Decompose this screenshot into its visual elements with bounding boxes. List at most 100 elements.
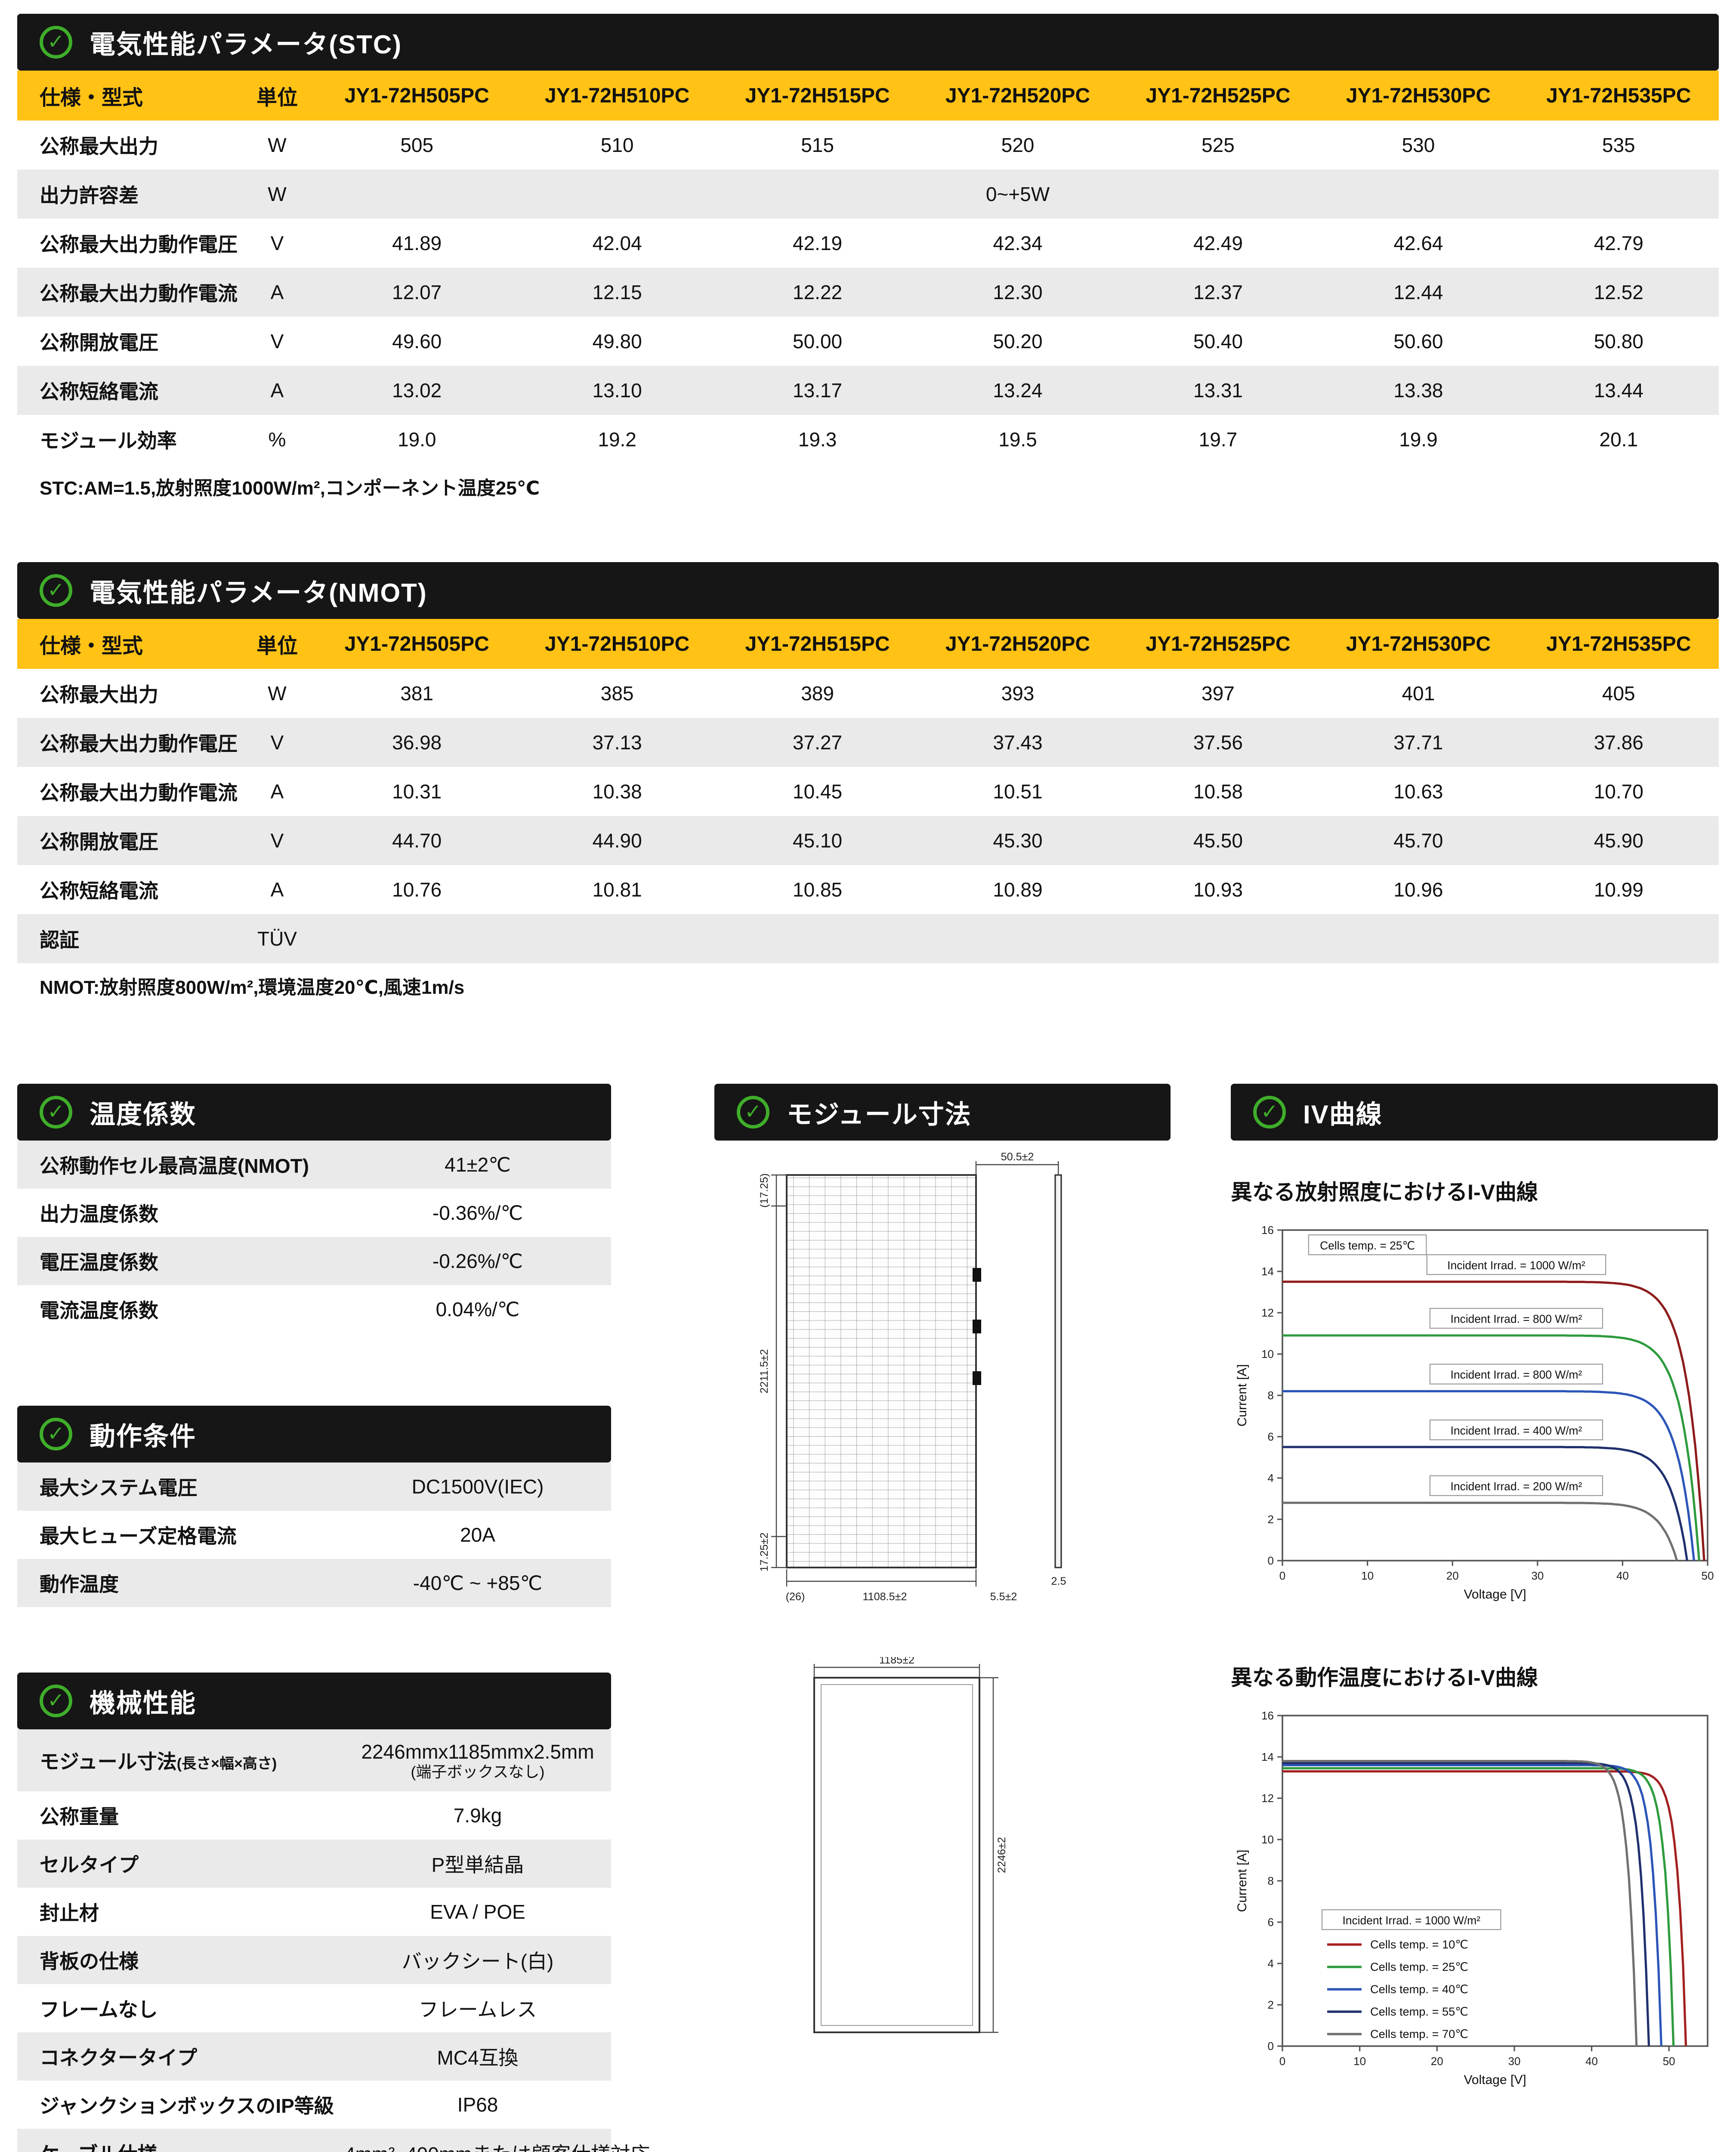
datasheet-page: ✓ 電気性能パラメータ(STC) 仕様・型式 単位 JY1-72H505PC J… [0,0,1736,2152]
row-unit: % [238,428,317,451]
spec-row: 動作温度 -40℃ ~ +85℃ [17,1559,611,1607]
svg-text:Incident Irrad. = 1000 W/m²: Incident Irrad. = 1000 W/m² [1342,1914,1480,1927]
cell-value: 10.51 [917,780,1118,803]
spec-label: ケーブル仕様 [17,2139,344,2152]
spec-row: 背板の仕様 バックシート(白) [17,1936,611,1984]
spec-value: 7.9kg [344,1804,611,1827]
svg-text:Voltage [V]: Voltage [V] [1464,2073,1526,2087]
spec-row: ケーブル仕様 4mm², 400mmまたは顧客仕様対応 [17,2129,611,2152]
cell-value: 10.45 [717,780,917,803]
check-circle-icon: ✓ [40,574,72,607]
row-label: 出力許容差 [17,180,238,208]
spec-value: EVA / POE [344,1900,611,1923]
cell-value: 13.24 [917,379,1118,402]
cell-value: 12.37 [1118,281,1318,304]
svg-text:Incident Irrad. = 400 W/m²: Incident Irrad. = 400 W/m² [1450,1424,1582,1437]
svg-text:Cells temp. = 40℃: Cells temp. = 40℃ [1370,1982,1468,1996]
spec-value: -40℃ ~ +85℃ [344,1571,611,1595]
stc-note: STC:AM=1.5,放射照度1000W/m²,コンポーネント温度25℃ [17,464,1719,509]
model-header: JY1-72H520PC [917,84,1118,108]
dimensions-column: ✓ モジュール寸法 [714,1084,1171,2112]
cell-value: 13.38 [1318,379,1518,402]
cell-value: 12.07 [317,281,517,304]
cell-value: 42.19 [717,232,917,255]
module-drawing-front: 50.5±2 (17.25) 2211.5±2 17.25±2 (26) [714,1151,1171,1636]
cell-value: 10.58 [1118,780,1318,803]
dimensions-header: ✓ モジュール寸法 [714,1084,1171,1141]
cell-value: 37.43 [917,731,1118,754]
cell-value: 13.44 [1519,379,1719,402]
temp-coeff-header: ✓ 温度係数 [17,1084,611,1141]
spec-row: 電流温度係数 0.04%/℃ [17,1285,611,1333]
check-circle-icon: ✓ [40,1685,72,1717]
spec-row: 最大システム電圧 DC1500V(IEC) [17,1462,611,1511]
svg-text:14: 14 [1261,1265,1274,1278]
cell-value: 389 [717,682,917,705]
row-label: 公称短絡電流 [17,376,238,405]
cell-value: 381 [317,682,517,705]
cell-value: 397 [1118,682,1318,705]
cell-value: 49.60 [317,330,517,353]
svg-text:2: 2 [1268,1998,1274,2011]
dim-label: 1108.5±2 [863,1591,907,1603]
section-title: 機械性能 [90,1682,196,1720]
model-header: JY1-72H520PC [917,632,1118,656]
cell-value: 13.31 [1118,379,1318,402]
spec-value: MC4互換 [344,2042,611,2071]
spec-label: モジュール寸法(長さ×幅×高さ) [17,1746,344,1775]
temp-coeff-section: ✓ 温度係数 公称動作セル最高温度(NMOT) 41±2℃ 出力温度係数 -0.… [17,1084,611,1333]
row-label: 公称最大出力動作電流 [17,777,238,806]
svg-text:10: 10 [1261,1348,1274,1360]
cell-value: 393 [917,682,1118,705]
svg-text:4: 4 [1268,1472,1274,1484]
cell-value: 10.93 [1118,878,1318,901]
cell-value: 10.63 [1318,780,1518,803]
svg-text:14: 14 [1261,1750,1274,1763]
row-unit: A [238,379,317,402]
cell-value: 37.86 [1519,731,1719,754]
model-header: JY1-72H515PC [717,632,917,656]
check-circle-icon: ✓ [40,1096,72,1129]
row-unit: A [238,878,317,901]
model-header: JY1-72H525PC [1118,632,1318,656]
svg-text:6: 6 [1268,1916,1274,1929]
cell-value: 50.60 [1318,330,1518,353]
svg-text:50: 50 [1702,1569,1714,1582]
iv-irradiance-chart: 024681012141601020304050Voltage [V]Curre… [1231,1216,1718,1626]
svg-text:Cells temp. = 25℃: Cells temp. = 25℃ [1320,1239,1415,1252]
cell-value: 10.31 [317,780,517,803]
module-drawing-back: 1185±2 2246±2 [714,1657,1171,2060]
cell-value: 13.10 [517,379,717,402]
spec-value: IP68 [344,2093,611,2116]
col-header: 単位 [238,80,317,111]
row-label: 公称最大出力動作電圧 [17,229,238,257]
row-label: モジュール効率 [17,425,238,454]
spec-label: 背板の仕様 [17,1946,344,1974]
cell-value: 12.30 [917,281,1118,304]
cell-value: 12.44 [1318,281,1518,304]
cell-value: 45.30 [917,829,1118,852]
spec-row: ジャンクションボックスのIP等級 IP68 [17,2081,611,2129]
cell-value: 36.98 [317,731,517,754]
table-row: 公称短絡電流 A 13.02 13.10 13.17 13.24 13.31 1… [17,366,1719,415]
spec-label: 封止材 [17,1898,344,1926]
svg-text:Cells temp. = 25℃: Cells temp. = 25℃ [1370,1960,1468,1973]
spec-value: フレームレス [344,1994,611,2022]
row-unit: W [238,682,317,705]
spec-value: 20A [344,1523,611,1546]
cell-value: 50.40 [1118,330,1318,353]
left-column: ✓ 温度係数 公称動作セル最高温度(NMOT) 41±2℃ 出力温度係数 -0.… [17,1084,611,2152]
dim-label: 2211.5±2 [758,1349,770,1394]
cell-value: 19.0 [317,428,517,451]
row-unit: W [238,133,317,157]
cell-value: 535 [1519,133,1719,157]
svg-text:2: 2 [1268,1513,1274,1526]
stc-section-header: ✓ 電気性能パラメータ(STC) [17,14,1719,71]
check-circle-icon: ✓ [737,1096,769,1129]
lower-area: ✓ 温度係数 公称動作セル最高温度(NMOT) 41±2℃ 出力温度係数 -0.… [17,1084,1719,2152]
cell-value: 19.7 [1118,428,1318,451]
cell-value: 12.15 [517,281,717,304]
svg-text:Current [A]: Current [A] [1235,1364,1249,1426]
cell-value: 42.34 [917,232,1118,255]
cell-value: 10.38 [517,780,717,803]
